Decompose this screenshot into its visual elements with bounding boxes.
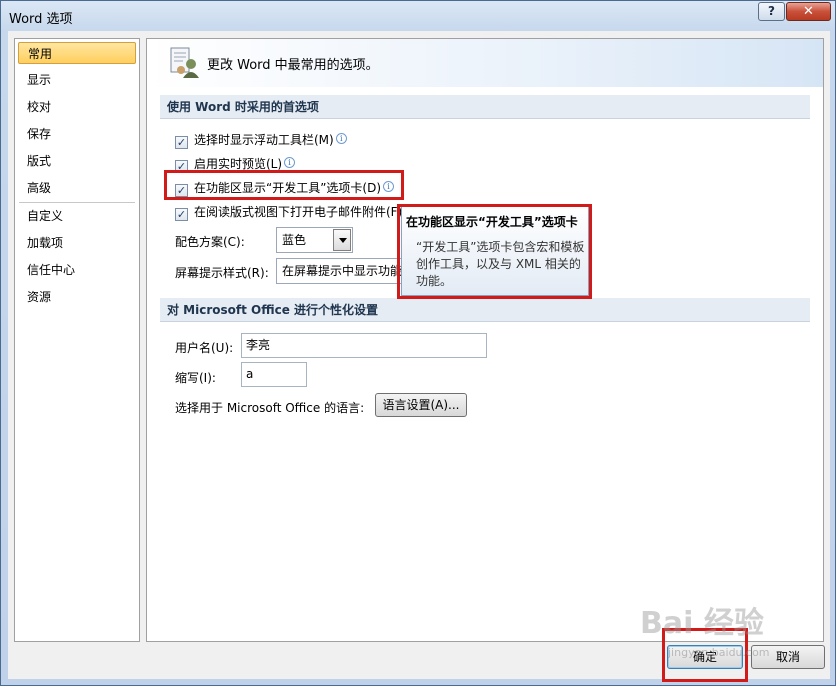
title-bar: Word 选项 ? ✕	[1, 1, 835, 31]
nav-item-display[interactable]: 显示	[18, 69, 136, 91]
nav-item-resources[interactable]: 资源	[18, 286, 136, 308]
close-button[interactable]: ✕	[786, 2, 831, 21]
info-icon: i	[335, 133, 347, 144]
screentip-style-select[interactable]: 在屏幕提示中显示功能	[276, 258, 402, 284]
checkbox-label-floating-toolbar: 选择时显示浮动工具栏(M)	[194, 133, 334, 147]
info-icon: i	[383, 181, 395, 192]
section-personalize-title: 对 Microsoft Office 进行个性化设置	[160, 298, 810, 322]
nav-item-general[interactable]: 常用	[18, 42, 136, 64]
checkbox-row-developer-tab[interactable]: ✓ 在功能区显示“开发工具”选项卡(D) i	[175, 179, 395, 197]
developer-tab-tooltip: 在功能区显示“开发工具”选项卡 “开发工具”选项卡包含宏和模板创作工具，以及与 …	[401, 206, 589, 296]
language-settings-button[interactable]: 语言设置(A)...	[375, 393, 467, 417]
nav-item-addins[interactable]: 加载项	[18, 232, 136, 254]
nav-item-trust-center[interactable]: 信任中心	[18, 259, 136, 281]
tooltip-title: 在功能区显示“开发工具”选项卡	[406, 215, 578, 229]
color-scheme-value: 蓝色	[282, 233, 307, 247]
nav-item-customize[interactable]: 自定义	[18, 205, 136, 227]
checkbox-developer-tab[interactable]: ✓	[175, 184, 188, 197]
chevron-down-icon[interactable]	[333, 229, 351, 251]
nav-item-save[interactable]: 保存	[18, 123, 136, 145]
checkbox-live-preview[interactable]: ✓	[175, 160, 188, 173]
help-button[interactable]: ?	[758, 2, 785, 21]
initials-field[interactable]: a	[241, 362, 307, 387]
options-nav-list: 常用 显示 校对 保存 版式 高级 自定义 加载项 信任中心 资源	[14, 38, 140, 642]
color-scheme-select[interactable]: 蓝色	[276, 227, 353, 253]
options-content-panel: 更改 Word 中最常用的选项。 使用 Word 时采用的首选项 ✓ 选择时显示浮…	[146, 38, 824, 642]
nav-item-advanced[interactable]: 高级	[18, 177, 136, 199]
checkbox-row-live-preview[interactable]: ✓ 启用实时预览(L) i	[175, 155, 296, 173]
nav-item-typography[interactable]: 版式	[18, 150, 136, 172]
settings-person-icon	[170, 47, 199, 78]
baidu-watermark: Bai 经验	[640, 606, 764, 641]
checkbox-row-email-attachments[interactable]: ✓ 在阅读版式视图下打开电子邮件附件(F)	[175, 203, 402, 221]
nav-item-proofing[interactable]: 校对	[18, 96, 136, 118]
screentip-style-label: 屏幕提示样式(R):	[175, 266, 269, 280]
header-text: 更改 Word 中最常用的选项。	[207, 58, 379, 73]
checkbox-label-developer-tab: 在功能区显示“开发工具”选项卡(D)	[194, 181, 382, 195]
screentip-style-value: 在屏幕提示中显示功能	[282, 264, 402, 278]
color-scheme-label: 配色方案(C):	[175, 235, 245, 249]
content-header: 更改 Word 中最常用的选项。	[147, 39, 823, 87]
initials-label: 缩写(I):	[175, 371, 216, 385]
checkbox-label-email-attachments: 在阅读版式视图下打开电子邮件附件(F)	[194, 205, 403, 219]
checkbox-row-floating-toolbar[interactable]: ✓ 选择时显示浮动工具栏(M) i	[175, 131, 347, 149]
baidu-watermark-url: jingyan.baidu.com	[668, 646, 770, 659]
language-label: 选择用于 Microsoft Office 的语言:	[175, 401, 365, 415]
tooltip-body: “开发工具”选项卡包含宏和模板创作工具，以及与 XML 相关的功能。	[416, 240, 585, 288]
username-label: 用户名(U):	[175, 341, 234, 355]
username-field[interactable]: 李亮	[241, 333, 487, 358]
checkbox-label-live-preview: 启用实时预览(L)	[194, 157, 283, 171]
nav-divider	[19, 202, 135, 203]
window-title: Word 选项	[9, 12, 73, 27]
info-icon: i	[284, 157, 296, 168]
checkbox-email-attachments[interactable]: ✓	[175, 208, 188, 221]
checkbox-floating-toolbar[interactable]: ✓	[175, 136, 188, 149]
section-preferences-title: 使用 Word 时采用的首选项	[160, 95, 810, 119]
